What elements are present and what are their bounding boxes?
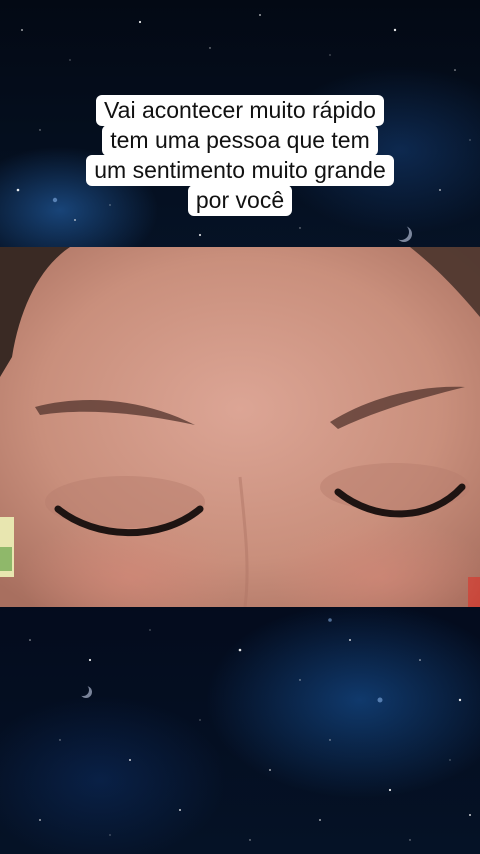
caption-line: tem uma pessoa que tem	[102, 125, 378, 156]
caption-line: Vai acontecer muito rápido	[96, 95, 384, 126]
planet-icon	[396, 226, 412, 242]
planet-icon	[80, 686, 92, 698]
video-frame[interactable]	[0, 247, 480, 607]
caption-line: um sentimento muito grande	[86, 155, 394, 186]
video-screen[interactable]: Vai acontecer muito rápido tem uma pesso…	[0, 0, 480, 854]
caption-line: por você	[187, 185, 293, 216]
video-caption: Vai acontecer muito rápido tem uma pesso…	[0, 95, 480, 216]
face-closeup-image	[0, 247, 480, 607]
